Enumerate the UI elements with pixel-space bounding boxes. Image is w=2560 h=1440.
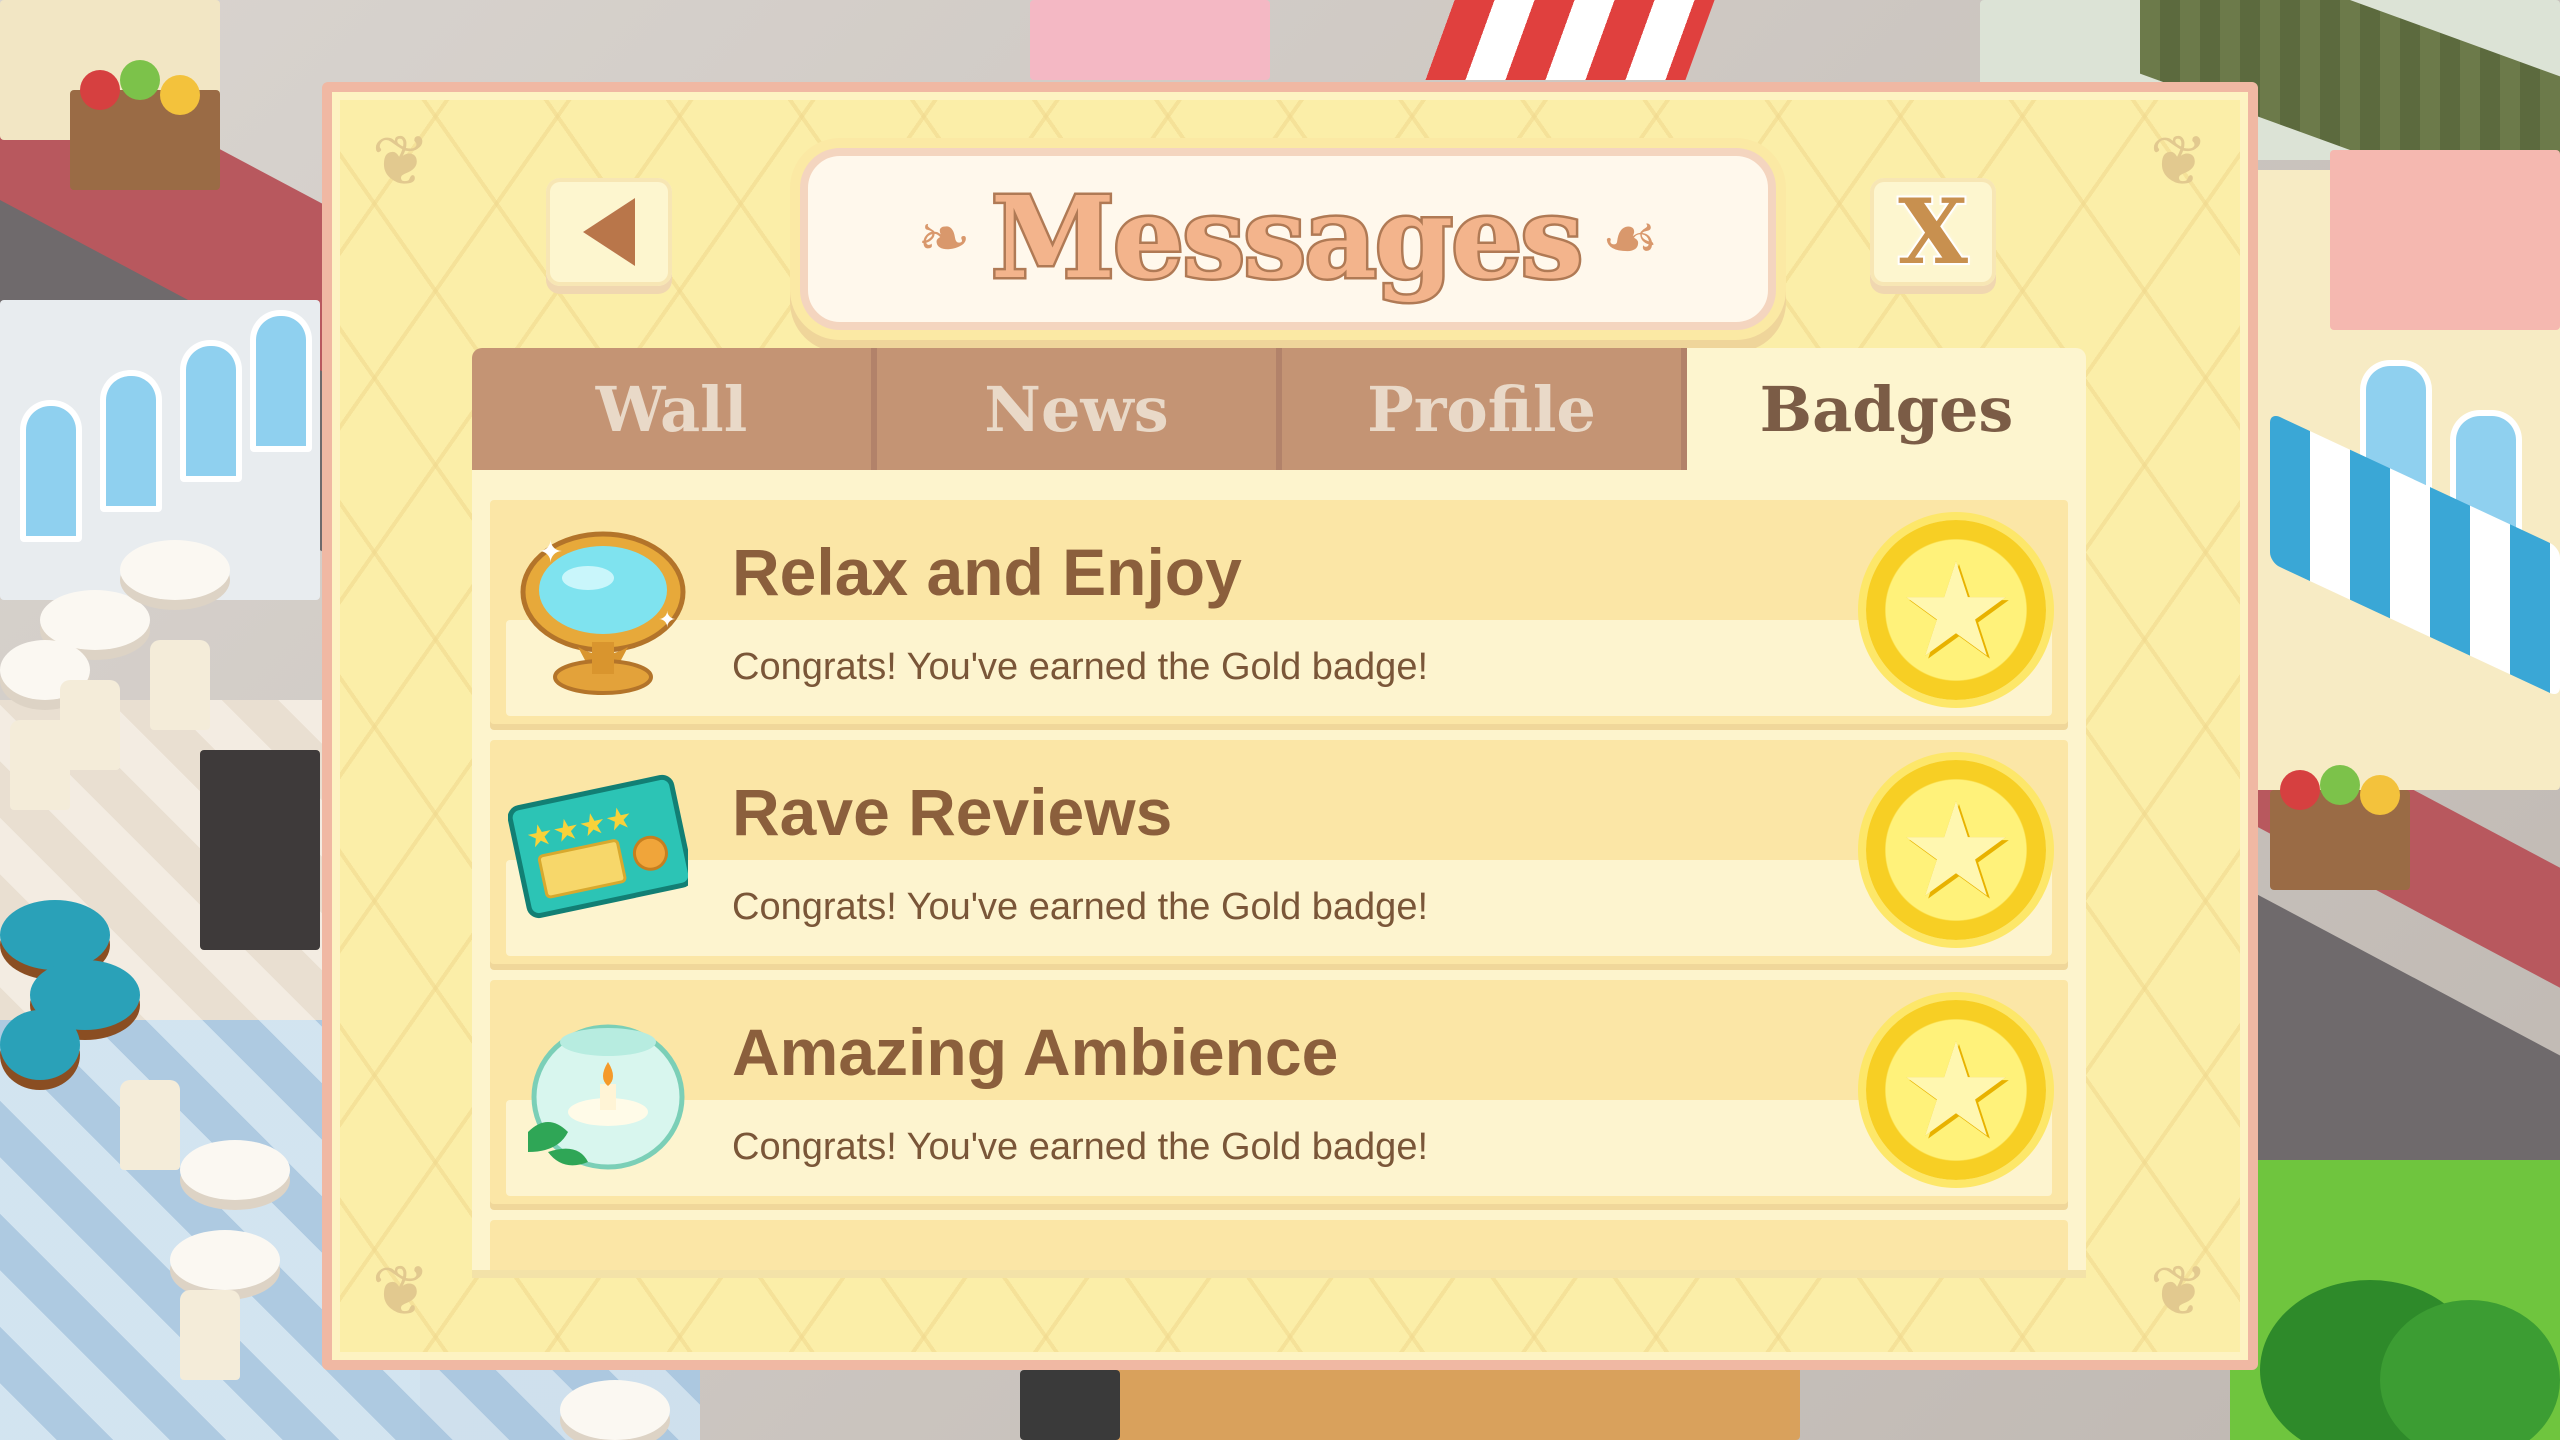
cafe-window xyxy=(20,400,82,542)
fruit xyxy=(80,70,120,110)
tab-bar: Wall News Profile Badges xyxy=(472,348,2086,470)
fridge-bottom xyxy=(1020,1370,1120,1440)
display-case xyxy=(200,750,320,950)
corner-ornament-icon: ❦ xyxy=(371,1250,431,1332)
awning-red xyxy=(1425,0,1715,80)
badge-description: Congrats! You've earned the Gold badge! xyxy=(732,646,1429,688)
close-button[interactable]: X xyxy=(1870,178,1996,286)
flourish-icon: ❧ xyxy=(917,202,971,276)
svg-text:✦: ✦ xyxy=(538,535,563,570)
building-top xyxy=(1030,0,1270,80)
badge-title: Amazing Ambience xyxy=(732,1015,1339,1089)
fruit xyxy=(2360,775,2400,815)
cafe-table xyxy=(120,540,230,600)
cafe-window xyxy=(180,340,242,482)
dialog-title: Messages xyxy=(988,173,1586,304)
cafe-table xyxy=(170,1230,280,1290)
tab-news[interactable]: News xyxy=(877,348,1282,470)
badge-description: Congrats! You've earned the Gold badge! xyxy=(732,1126,1429,1168)
cafe-chair xyxy=(180,1290,240,1380)
mirror-icon: ✦ ✦ xyxy=(520,531,686,695)
cafe-table xyxy=(560,1380,670,1440)
candle-bowl-icon xyxy=(528,1024,685,1170)
corner-ornament-icon: ❦ xyxy=(371,120,431,202)
cafe-table xyxy=(180,1140,290,1200)
cafe-chair xyxy=(150,640,210,730)
badge-title: Relax and Enjoy xyxy=(732,535,1242,609)
cafe-window xyxy=(100,370,162,512)
tab-wall[interactable]: Wall xyxy=(472,348,877,470)
corner-ornament-icon: ❦ xyxy=(2149,1250,2209,1332)
fruit xyxy=(2280,770,2320,810)
badge-title: Rave Reviews xyxy=(732,775,1173,849)
badge-list[interactable]: ✦ ✦ Relax and Enjoy Congrats! You've ear… xyxy=(472,470,2086,1278)
cafe-chair xyxy=(120,1080,180,1170)
gold-star-badge-icon: ★ xyxy=(1866,1000,2046,1180)
list-item xyxy=(490,1220,2068,1270)
gold-star-badge-icon: ★ xyxy=(1866,760,2046,940)
shop-right-roof xyxy=(2330,150,2560,330)
close-icon: X xyxy=(1896,179,1970,285)
fruit xyxy=(2320,765,2360,805)
tab-badges[interactable]: Badges xyxy=(1687,348,2086,470)
counter-bottom xyxy=(1100,1360,1800,1440)
svg-text:✦: ✦ xyxy=(658,608,676,633)
title-plaque: ❧ Messages ☙ xyxy=(800,148,1776,330)
list-item: Amazing Ambience Congrats! You've earned… xyxy=(490,980,2068,1204)
star-icon: ★ xyxy=(1897,1014,2015,1166)
fruit xyxy=(160,75,200,115)
mosaic-table xyxy=(0,1010,80,1080)
review-card-icon: ★★★★ xyxy=(508,774,688,919)
tab-profile[interactable]: Profile xyxy=(1282,348,1687,470)
list-item: ★★★★ Rave Reviews Congrats! You've earne… xyxy=(490,740,2068,964)
back-button[interactable] xyxy=(546,178,672,286)
star-icon: ★ xyxy=(1897,774,2015,926)
corner-ornament-icon: ❦ xyxy=(2149,120,2209,202)
back-arrow-icon xyxy=(583,198,635,266)
badge-description: Congrats! You've earned the Gold badge! xyxy=(732,886,1429,928)
star-icon: ★ xyxy=(1897,534,2015,686)
list-item: ✦ ✦ Relax and Enjoy Congrats! You've ear… xyxy=(490,500,2068,724)
cafe-window xyxy=(250,310,312,452)
cafe-chair xyxy=(10,720,70,810)
fruit xyxy=(120,60,160,100)
gold-star-badge-icon: ★ xyxy=(1866,520,2046,700)
flourish-icon: ☙ xyxy=(1601,202,1659,276)
